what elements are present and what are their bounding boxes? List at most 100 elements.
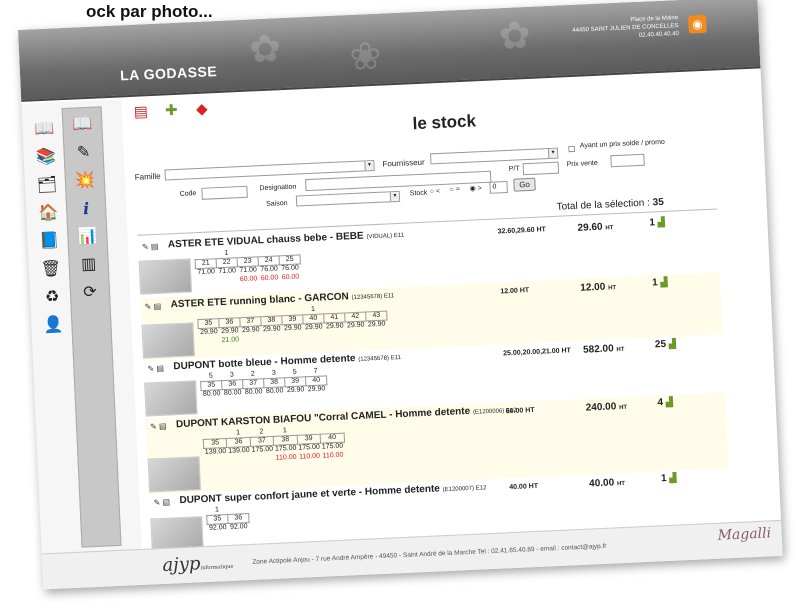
pdf-icon[interactable]: ▤ — [131, 102, 150, 123]
signature-logo: Magalli — [717, 525, 772, 544]
selection-total: Total de la sélection : 35 — [556, 196, 665, 213]
sale-price-cell — [201, 398, 222, 408]
sale-price-cell — [243, 396, 264, 406]
sale-price-cell — [227, 455, 251, 465]
barcode-icon[interactable]: ▥ — [76, 254, 101, 277]
sale-price-cell — [306, 393, 327, 403]
add-item-icon[interactable]: ✚ — [162, 101, 181, 122]
sale-price-cell — [241, 334, 262, 344]
chart-icon[interactable]: 📊 — [75, 226, 100, 249]
trash-can-icon[interactable]: 🗑 — [38, 258, 63, 281]
sale-price-cell — [217, 275, 238, 285]
toolbar: ▤ ✚ ◆ — [131, 99, 221, 123]
main-content: ▤ ✚ ◆ le stock Famille ▾ Fournisseur ▾ ☐… — [131, 71, 771, 553]
saison-label: Saison — [266, 199, 288, 208]
sale-price-cell — [199, 336, 220, 346]
prix-solde-checkbox[interactable]: ☐ — [568, 145, 576, 154]
edit-icon[interactable]: ✎ ▤ — [150, 422, 167, 432]
rss-icon[interactable]: ◉ — [688, 14, 707, 34]
pencil-check-icon[interactable]: ✎ — [71, 142, 96, 165]
stock-gt-radio[interactable]: ◉ > — [469, 184, 482, 193]
purchase-price: 25.00,20.00,21.00 HT — [503, 347, 571, 358]
stock-value-input[interactable]: 0 — [489, 180, 508, 194]
product-photo[interactable] — [147, 456, 202, 493]
designation-input[interactable] — [305, 170, 492, 192]
sale-price-cell — [345, 330, 366, 340]
stock-label: Stock — [409, 189, 428, 198]
red-box-icon[interactable]: ◆ — [192, 99, 211, 120]
famille-label: Famille — [134, 171, 161, 182]
notepad-icon[interactable]: 📘 — [37, 230, 62, 253]
info-icon[interactable]: i — [74, 198, 99, 221]
code-label: Code — [179, 190, 197, 198]
sale-price-cell — [264, 395, 285, 405]
stock-chart-icon: ▟ — [665, 396, 674, 407]
sale-price-cell — [366, 329, 387, 339]
flower-decoration-icon: ✿ — [248, 28, 282, 72]
stock-value: 240.00 HT — [585, 401, 628, 414]
sale-price-cell — [196, 276, 217, 286]
sale-price-cell: 60.00 — [260, 274, 279, 283]
product-photo[interactable] — [138, 258, 193, 295]
book-open-icon[interactable]: 📖 — [70, 114, 95, 137]
sale-price-cell — [204, 456, 228, 466]
stock-value: 40.00 HT — [588, 477, 626, 490]
stock-chart-icon: ▟ — [669, 472, 677, 483]
sale-price-cell: 110.00 — [298, 452, 321, 461]
sidebar-secondary: 📖 ✎ 💥 i 📊 ▥ ⟳ — [61, 106, 122, 548]
saison-select[interactable]: ▾ — [295, 190, 401, 207]
edit-icon[interactable]: ✎ ▤ — [147, 364, 164, 374]
app-window: ✿ ❀ ✿ LA GODASSE Place de la Mairie 4445… — [18, 0, 783, 590]
product-photo[interactable] — [141, 322, 195, 359]
stock-chart-icon: ▟ — [668, 338, 676, 349]
stock-quantity: 1 ▟ — [660, 472, 677, 485]
size-grid: 1 2 1 35 36 37 38 39 40 139.00 139.00 175.00 175.00 1… — [202, 424, 345, 466]
prix-vente-input[interactable] — [610, 153, 645, 168]
sale-price-cell: 60.00 — [239, 275, 258, 284]
stock-lt-radio[interactable]: ○ < — [430, 188, 441, 195]
explosion-icon[interactable]: 💥 — [72, 170, 97, 193]
refresh-icon[interactable]: ⟳ — [78, 281, 103, 304]
code-input[interactable] — [201, 185, 248, 200]
sale-price-cell — [262, 333, 283, 343]
stock-quantity: 4 ▟ — [657, 396, 674, 409]
stock-quantity: 1 ▟ — [651, 276, 668, 289]
sale-price-cell — [283, 332, 304, 342]
pt-input[interactable] — [522, 161, 560, 176]
pt-label: P/T — [508, 165, 520, 173]
stock-chart-icon: ▟ — [657, 216, 665, 228]
size-grid: 1 21 22 23 24 25 71.00 71.00 71.00 76.00 76.00 60.0… — [194, 245, 302, 286]
purchase-price: 32.60,29.60 HT — [497, 226, 547, 236]
stock-value: 12.00 HT — [580, 281, 617, 294]
sale-price-cell: 60.00 — [281, 273, 300, 282]
purchase-price: 12.00 HT — [500, 287, 530, 296]
user-icon[interactable]: 👤 — [41, 314, 66, 337]
edit-icon[interactable]: ✎ ▤ — [142, 242, 159, 252]
edit-icon[interactable]: ✎ ▤ — [144, 302, 161, 312]
purchase-price: 40.00 HT — [509, 482, 539, 492]
flower-decoration-icon: ✿ — [497, 14, 532, 59]
designation-label: Designation — [259, 183, 297, 193]
brand-title: LA GODASSE — [119, 63, 218, 84]
edit-icon[interactable]: ✎ ▤ — [153, 498, 170, 508]
home-icon[interactable]: 🏠 — [36, 202, 61, 225]
stock-quantity: 25 ▟ — [654, 338, 676, 351]
document-stack-icon[interactable]: 🗂 — [35, 174, 60, 197]
page-title: le stock — [412, 111, 477, 134]
product-photo[interactable] — [144, 380, 198, 417]
books-icon[interactable]: 📚 — [33, 146, 58, 169]
sidebar: 📖 📚 🗂 🏠 📘 🗑 ♻ 👤 📖 ✎ 💥 i 📊 ▥ ⟳ — [21, 99, 143, 574]
stock-eq-radio[interactable]: ○ = — [450, 186, 461, 193]
size-grid: 1 35 36 92.00 92.00 — [206, 504, 251, 542]
flower-decoration-icon: ❀ — [348, 35, 383, 79]
sale-price-cell — [285, 394, 306, 404]
sale-price-cell — [304, 331, 325, 341]
purchase-price: 60.00 HT — [505, 406, 535, 416]
go-button[interactable]: Go — [513, 177, 536, 192]
stock-value: 29.60 HT — [577, 221, 614, 234]
book-open-icon[interactable]: 📖 — [32, 118, 57, 141]
stock-chart-icon: ▟ — [660, 276, 668, 288]
recycle-icon[interactable]: ♻ — [40, 286, 65, 309]
sale-price-cell: 21.00 — [221, 336, 240, 345]
size-grid: 5 3 2 3 5 7 35 36 37 38 39 40 80.00 80.00 80.00 80.00 29… — [200, 366, 329, 408]
